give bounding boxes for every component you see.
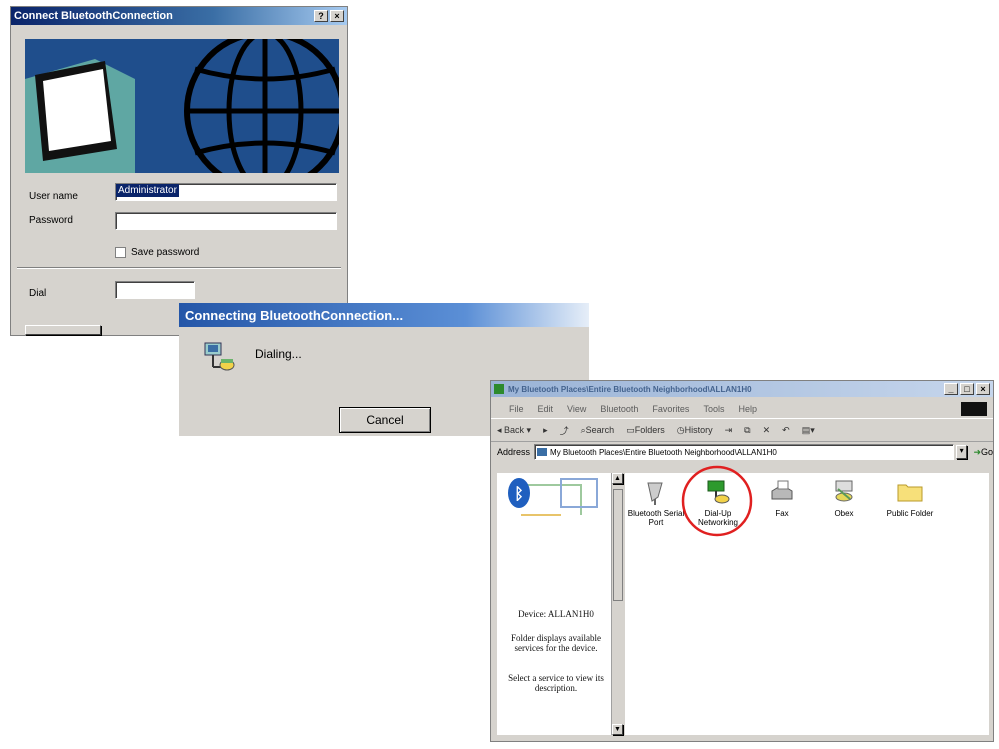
connect-dialog-title: Connect BluetoothConnection	[14, 10, 173, 22]
address-folder-icon	[537, 448, 548, 456]
divider	[17, 267, 341, 269]
connecting-dialog-titlebar: Connecting BluetoothConnection...	[179, 303, 589, 327]
menu-bar: File Edit View Bluetooth Favorites Tools…	[491, 401, 993, 417]
service-hint: Select a service to view its description…	[508, 673, 604, 693]
menu-view[interactable]: View	[567, 404, 586, 414]
connect-dialog: Connect BluetoothConnection ? × User nam…	[10, 6, 348, 336]
minimize-button[interactable]: _	[944, 383, 958, 395]
copy-to-icon[interactable]: ⧉	[744, 425, 750, 436]
maximize-button[interactable]: □	[960, 383, 974, 395]
info-pane-scrollbar[interactable]: ▲ ▼	[611, 473, 624, 735]
connection-banner-image	[25, 39, 339, 173]
folder-description: Folder displays available services for t…	[511, 633, 601, 653]
connect-dialog-titlebar: Connect BluetoothConnection ? ×	[11, 7, 347, 25]
history-button[interactable]: ◷History	[677, 425, 713, 436]
search-button[interactable]: ⌕Search	[581, 425, 615, 436]
dial-button[interactable]	[25, 325, 101, 335]
dial-field[interactable]	[115, 281, 195, 299]
device-description: Device: ALLAN1H0 Folder displays availab…	[497, 609, 615, 693]
explorer-titlebar: My Bluetooth Places\Entire Bluetooth Nei…	[491, 381, 993, 397]
close-button[interactable]: ×	[330, 10, 344, 22]
up-folder-icon[interactable]: ⤴	[560, 424, 569, 437]
menu-tools[interactable]: Tools	[703, 404, 724, 414]
scroll-up-icon[interactable]: ▲	[612, 473, 623, 484]
obex-icon	[830, 479, 858, 505]
fax-icon	[768, 479, 796, 505]
menu-edit[interactable]: Edit	[538, 404, 554, 414]
save-password-label: Save password	[131, 247, 200, 258]
menu-file[interactable]: File	[509, 404, 524, 414]
delete-icon[interactable]: ✕	[763, 425, 771, 436]
service-item-fax[interactable]: Fax	[751, 479, 813, 518]
move-to-icon[interactable]: ⇥	[725, 425, 733, 436]
service-item-obex[interactable]: Obex	[813, 479, 875, 518]
back-button[interactable]: ◂ Back ▾	[497, 425, 531, 436]
go-button[interactable]: Go	[981, 447, 993, 457]
scroll-down-icon[interactable]: ▼	[612, 724, 623, 735]
user-name-label: User name	[29, 191, 78, 202]
bluetooth-places-icon	[494, 384, 504, 394]
dialing-network-icon	[203, 341, 237, 378]
bluetooth-banner-icon: ᛒ	[501, 475, 611, 528]
svg-text:ᛒ: ᛒ	[514, 484, 524, 503]
info-pane: ᛒ Device: ALLAN1H0 Folder displays avail…	[497, 473, 615, 735]
highlight-ellipse	[681, 465, 753, 537]
menu-favorites[interactable]: Favorites	[652, 404, 689, 414]
folders-button[interactable]: ▭Folders	[626, 425, 665, 436]
menu-bluetooth[interactable]: Bluetooth	[600, 404, 638, 414]
address-bar: Address My Bluetooth Places\Entire Bluet…	[491, 441, 993, 463]
windows-logo	[961, 402, 987, 416]
connecting-dialog-title: Connecting BluetoothConnection...	[185, 307, 404, 323]
services-pane: Bluetooth Serial Port Dial-Up Networking…	[625, 465, 989, 735]
dialing-status: Dialing...	[255, 347, 302, 361]
explorer-window: My Bluetooth Places\Entire Bluetooth Nei…	[490, 380, 994, 742]
undo-icon[interactable]: ↶	[782, 425, 790, 436]
serial-port-icon	[642, 479, 670, 505]
device-name: Device: ALLAN1H0	[518, 609, 594, 619]
explorer-close-button[interactable]: ×	[976, 383, 990, 395]
service-item-public-folder[interactable]: Public Folder	[879, 479, 941, 518]
address-input[interactable]: My Bluetooth Places\Entire Bluetooth Nei…	[534, 444, 954, 460]
save-password-checkbox[interactable]	[115, 247, 126, 258]
help-button[interactable]: ?	[314, 10, 328, 22]
folder-icon	[896, 479, 924, 505]
explorer-title: My Bluetooth Places\Entire Bluetooth Nei…	[508, 384, 752, 394]
scroll-thumb[interactable]	[613, 489, 623, 601]
forward-button[interactable]: ▸	[543, 425, 548, 436]
address-dropdown-icon[interactable]: ▾	[955, 445, 968, 459]
password-field[interactable]	[115, 212, 337, 230]
password-label: Password	[29, 215, 73, 226]
go-arrow-icon[interactable]: ➜	[973, 447, 981, 458]
toolbar: ◂ Back ▾ ▸ ⤴ ⌕Search ▭Folders ◷History ⇥…	[491, 418, 993, 442]
menu-help[interactable]: Help	[738, 404, 757, 414]
cancel-button[interactable]: Cancel	[339, 407, 431, 433]
views-icon[interactable]: ▤▾	[802, 425, 815, 436]
highlight-circle	[681, 465, 753, 537]
dial-label: Dial	[29, 288, 47, 299]
address-label: Address	[497, 447, 531, 457]
user-name-field[interactable]: Administrator	[115, 183, 337, 201]
